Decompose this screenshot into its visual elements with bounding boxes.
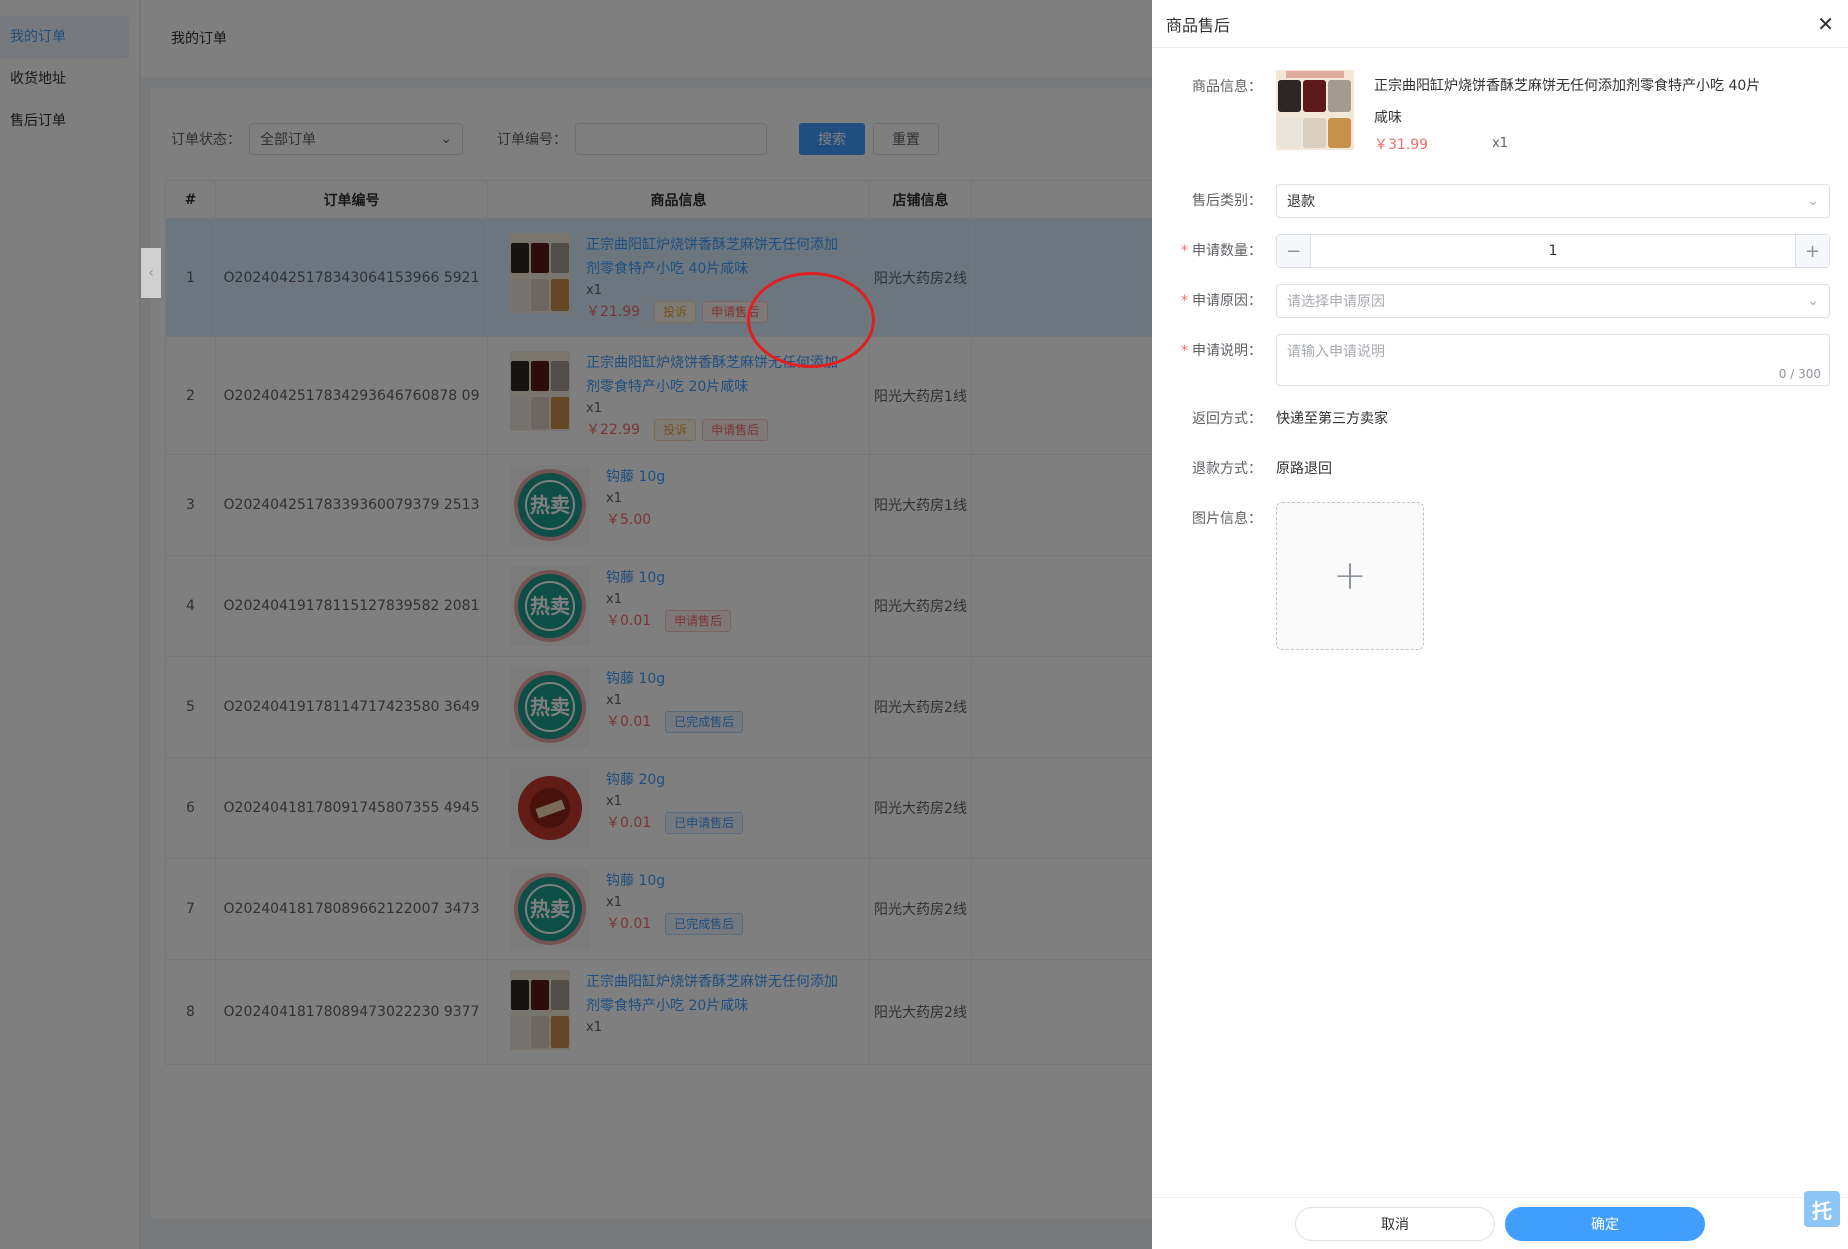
quantity-value[interactable]: 1 [1311,243,1795,259]
drawer-product-name: 正宗曲阳缸炉烧饼香酥芝麻饼无任何添加剂零食特产小吃 40片咸味 [1374,78,1761,126]
char-count: 0 / 300 [1778,367,1821,381]
minus-icon[interactable]: − [1277,235,1311,267]
annotation-circle [747,272,875,368]
qty-label: * 申请数量： [1181,243,1262,259]
drawer-header: 商品售后 ✕ [1152,0,1848,48]
product-card: 正宗曲阳缸炉烧饼香酥芝麻饼无任何添加剂零食特产小吃 40片咸味 ￥31.99 x… [1276,70,1840,154]
return-label: 返回方式： [1192,411,1262,427]
product-thumbnail [1276,70,1354,150]
return-value: 快递至第三方卖家 [1276,411,1388,427]
qty-label-text: 申请数量： [1192,243,1262,259]
close-icon[interactable]: ✕ [1817,12,1834,36]
drawer-product-price: ￥31.99 [1374,137,1429,153]
aftersale-form: 商品信息： 正宗曲阳缸炉烧饼香酥芝麻饼无任何添加剂零食特产小吃 40片咸味 ￥3… [1152,48,1848,650]
aftersale-type-select[interactable]: 退款 ⌄ [1276,184,1830,218]
drawer-title: 商品售后 [1166,15,1231,35]
image-label: 图片信息： [1192,511,1262,527]
float-helper-button[interactable]: 托 [1804,1191,1840,1227]
refund-label: 退款方式： [1192,461,1262,477]
reason-label: * 申请原因： [1181,293,1262,309]
quantity-stepper[interactable]: − 1 + [1276,234,1830,268]
refund-value: 原路退回 [1276,461,1332,477]
plus-icon[interactable]: + [1795,235,1829,267]
aftersale-type-value: 退款 [1287,194,1315,210]
cancel-button[interactable]: 取消 [1295,1206,1495,1241]
product-info-label: 商品信息： [1192,79,1262,95]
chevron-down-icon: ⌄ [1807,193,1819,209]
description-placeholder: 请输入申请说明 [1287,344,1385,360]
aftersale-drawer: 商品售后 ✕ 商品信息： 正宗曲阳缸炉烧饼香酥芝麻饼无任何添加剂零食特产小吃 4… [1152,0,1848,1249]
description-textarea[interactable]: 请输入申请说明 0 / 300 [1276,334,1830,386]
reason-placeholder: 请选择申请原因 [1287,294,1385,310]
drawer-product-qty: x1 [1492,136,1509,151]
confirm-button[interactable]: 确定 [1505,1206,1705,1241]
reason-select[interactable]: 请选择申请原因 ⌄ [1276,284,1830,318]
collapse-sidebar-icon[interactable]: ‹ [141,248,161,298]
chevron-down-icon: ⌄ [1807,293,1819,309]
plus-icon: + [1333,553,1367,599]
type-label: 售后类别： [1192,193,1262,209]
drawer-footer: 取消 确定 [1152,1197,1848,1249]
desc-label: * 申请说明： [1181,343,1262,359]
reason-label-text: 申请原因： [1192,293,1262,309]
image-upload[interactable]: + [1276,502,1424,650]
desc-label-text: 申请说明： [1192,343,1262,359]
